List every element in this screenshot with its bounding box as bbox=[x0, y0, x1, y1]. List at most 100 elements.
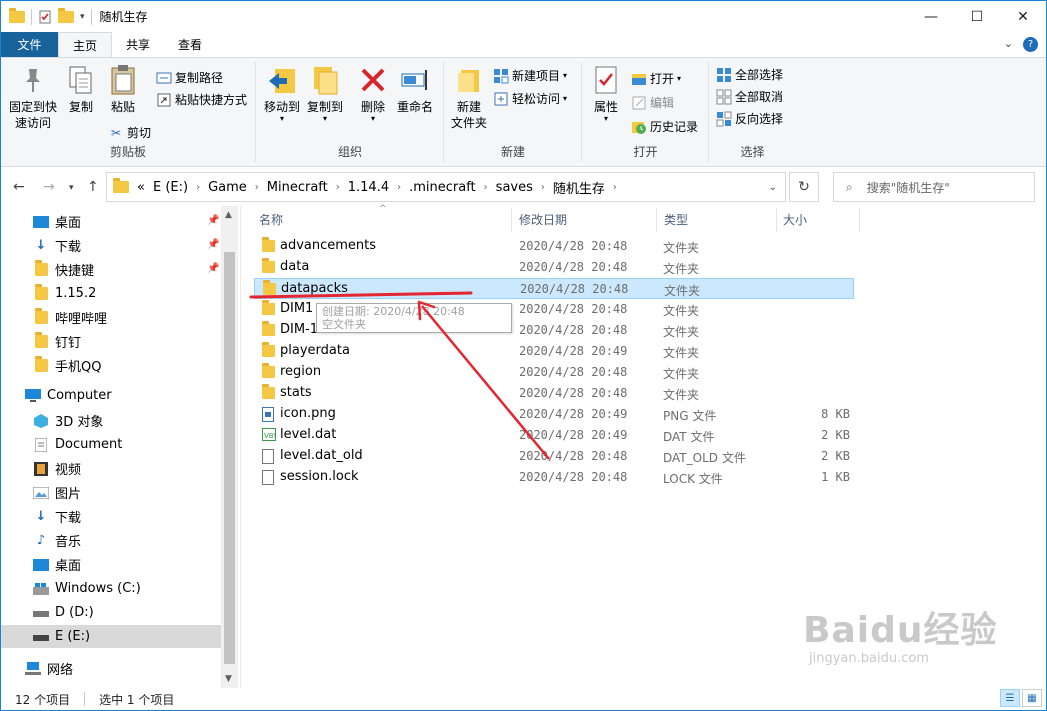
nav-item-pictures[interactable]: 图片 bbox=[33, 481, 81, 504]
new-item-button[interactable]: 新建项目 ▾ bbox=[493, 67, 567, 84]
tab-file[interactable]: 文件 bbox=[1, 32, 58, 57]
file-row[interactable]: data 2020/4/28 20:48 文件夹 bbox=[254, 257, 854, 278]
select-all-button[interactable]: 全部选择 bbox=[716, 66, 783, 83]
file-row[interactable]: stats 2020/4/28 20:48 文件夹 bbox=[254, 383, 854, 404]
column-divider[interactable] bbox=[776, 208, 777, 232]
breadcrumb-version[interactable]: 1.14.4 bbox=[348, 180, 389, 195]
nav-item-network[interactable]: 网络 bbox=[25, 657, 73, 680]
file-row[interactable]: datapacks 2020/4/28 20:48 文件夹 bbox=[254, 278, 854, 299]
file-row[interactable]: icon.png 2020/4/28 20:49 PNG 文件 8 KB bbox=[254, 404, 854, 425]
open-button[interactable]: 打开 ▾ bbox=[631, 70, 681, 87]
breadcrumb-minecraft[interactable]: Minecraft bbox=[267, 180, 328, 195]
nav-item-downloads[interactable]: ↓ 下载 bbox=[33, 234, 81, 257]
breadcrumb-overflow[interactable]: « bbox=[137, 180, 145, 195]
tab-share[interactable]: 共享 bbox=[112, 32, 164, 57]
nav-item-drive-d[interactable]: D (D:) bbox=[33, 601, 94, 624]
nav-item-desktop[interactable]: 桌面 bbox=[33, 210, 81, 233]
nav-item-drive-c[interactable]: Windows (C:) bbox=[33, 577, 141, 600]
column-header-name[interactable]: 名称 bbox=[259, 211, 283, 231]
address-bar[interactable]: « E (E:) › Game › Minecraft › 1.14.4 › .… bbox=[106, 172, 786, 202]
paste-button[interactable]: 粘贴 bbox=[105, 64, 141, 115]
column-header-size[interactable]: 大小 bbox=[783, 211, 807, 231]
paste-shortcut-button[interactable]: 粘贴快捷方式 bbox=[156, 91, 247, 108]
scroll-up-icon[interactable]: ▲ bbox=[225, 210, 232, 220]
file-row[interactable]: playerdata 2020/4/28 20:49 文件夹 bbox=[254, 341, 854, 362]
tab-view[interactable]: 查看 bbox=[164, 32, 216, 57]
nav-item-drive-e[interactable]: E (E:) bbox=[1, 625, 221, 648]
chevron-right-icon[interactable]: › bbox=[484, 182, 488, 193]
easy-access-button[interactable]: 轻松访问 ▾ bbox=[493, 90, 567, 107]
nav-item-desktop-2[interactable]: 桌面 bbox=[33, 553, 81, 576]
new-folder-icon[interactable] bbox=[58, 7, 74, 23]
pin-quick-access-button[interactable]: 固定到快 速访问 bbox=[7, 64, 59, 131]
pane-divider[interactable] bbox=[240, 206, 241, 688]
search-input[interactable]: ⌕ 搜索"随机生存" bbox=[833, 172, 1035, 202]
nav-scrollbar[interactable]: ▲ ▼ bbox=[221, 206, 238, 688]
recent-dropdown-icon[interactable]: ▾ bbox=[69, 183, 74, 193]
file-row[interactable]: advancements 2020/4/28 20:48 文件夹 bbox=[254, 236, 854, 257]
cut-button[interactable]: ✂ 剪切 bbox=[108, 124, 151, 141]
nav-item-music[interactable]: ♪ 音乐 bbox=[33, 529, 81, 552]
details-view-icon[interactable]: ☰ bbox=[1000, 689, 1020, 707]
breadcrumb-current[interactable]: 随机生存 bbox=[553, 178, 605, 197]
invert-selection-button[interactable]: 反向选择 bbox=[716, 110, 783, 127]
nav-item-3d-objects[interactable]: 3D 对象 bbox=[33, 409, 103, 432]
chevron-right-icon[interactable]: › bbox=[336, 182, 340, 193]
column-divider[interactable] bbox=[511, 208, 512, 232]
scroll-thumb[interactable] bbox=[224, 252, 235, 664]
nav-item-computer[interactable]: Computer bbox=[25, 384, 112, 407]
copy-to-button[interactable]: 复制到 ▾ bbox=[305, 64, 345, 123]
nav-item-videos[interactable]: 视频 bbox=[33, 457, 81, 480]
move-to-button[interactable]: 移动到 ▾ bbox=[262, 64, 302, 123]
delete-button[interactable]: 删除 ▾ bbox=[355, 64, 391, 123]
minimize-icon[interactable]: — bbox=[908, 1, 954, 32]
copy-button[interactable]: 复制 bbox=[63, 64, 99, 115]
copy-path-button[interactable]: 复制路径 bbox=[156, 69, 223, 86]
chevron-right-icon[interactable]: › bbox=[397, 182, 401, 193]
history-button[interactable]: 历史记录 bbox=[631, 118, 698, 135]
breadcrumb-saves[interactable]: saves bbox=[496, 180, 533, 195]
chevron-right-icon[interactable]: › bbox=[196, 182, 200, 193]
file-row[interactable]: VBS level.dat 2020/4/28 20:49 DAT 文件 2 KB bbox=[254, 425, 854, 446]
file-row[interactable]: region 2020/4/28 20:48 文件夹 bbox=[254, 362, 854, 383]
address-history-dropdown-icon[interactable]: ⌄ bbox=[769, 182, 777, 193]
customize-dropdown-icon[interactable]: ▾ bbox=[80, 12, 85, 22]
close-icon[interactable]: ✕ bbox=[1000, 1, 1046, 32]
nav-item-shortcuts[interactable]: 快捷键 bbox=[33, 258, 94, 281]
column-divider[interactable] bbox=[656, 208, 657, 232]
properties-button[interactable]: 属性 ▾ bbox=[587, 64, 625, 123]
pin-icon[interactable]: 📌 bbox=[207, 239, 219, 250]
tab-home[interactable]: 主页 bbox=[58, 32, 113, 57]
select-none-button[interactable]: 全部取消 bbox=[716, 88, 783, 105]
column-header-date[interactable]: 修改日期 bbox=[519, 211, 567, 231]
nav-item-1152[interactable]: 1.15.2 bbox=[33, 282, 96, 305]
back-arrow-icon[interactable]: ← bbox=[13, 179, 25, 195]
nav-item-downloads-2[interactable]: ↓ 下载 bbox=[33, 505, 81, 528]
breadcrumb-game[interactable]: Game bbox=[208, 180, 247, 195]
edit-button[interactable]: 编辑 bbox=[631, 94, 674, 111]
nav-item-mobileqq[interactable]: 手机QQ bbox=[33, 354, 101, 377]
column-divider[interactable] bbox=[859, 208, 860, 232]
chevron-right-icon[interactable]: › bbox=[255, 182, 259, 193]
breadcrumb-dotminecraft[interactable]: .minecraft bbox=[409, 180, 476, 195]
file-row[interactable]: session.lock 2020/4/28 20:48 LOCK 文件 1 KB bbox=[254, 467, 854, 488]
nav-item-bilibili[interactable]: 哔哩哔哩 bbox=[33, 306, 107, 329]
chevron-right-icon[interactable]: › bbox=[613, 182, 617, 193]
refresh-icon[interactable]: ↻ bbox=[789, 172, 819, 202]
rename-button[interactable]: 重命名 bbox=[395, 64, 435, 115]
nav-item-documents[interactable]: Document bbox=[33, 433, 122, 456]
forward-arrow-icon[interactable]: → bbox=[43, 179, 55, 195]
column-header-type[interactable]: 类型 bbox=[664, 211, 688, 231]
chevron-right-icon[interactable]: › bbox=[541, 182, 545, 193]
breadcrumb-drive[interactable]: E (E:) bbox=[153, 180, 188, 195]
new-folder-button[interactable]: 新建 文件夹 bbox=[449, 64, 489, 131]
up-arrow-icon[interactable]: ↑ bbox=[87, 179, 99, 195]
nav-item-dingtalk[interactable]: 钉钉 bbox=[33, 330, 81, 353]
scroll-down-icon[interactable]: ▼ bbox=[225, 674, 232, 684]
expand-ribbon-icon[interactable]: ⌄ bbox=[1004, 37, 1013, 52]
file-row[interactable]: level.dat_old 2020/4/28 20:48 DAT_OLD 文件 2 … bbox=[254, 446, 854, 467]
help-icon[interactable]: ? bbox=[1023, 37, 1038, 52]
pin-icon[interactable]: 📌 bbox=[207, 215, 219, 226]
pin-icon[interactable]: 📌 bbox=[207, 263, 219, 274]
properties-icon[interactable] bbox=[38, 10, 52, 24]
